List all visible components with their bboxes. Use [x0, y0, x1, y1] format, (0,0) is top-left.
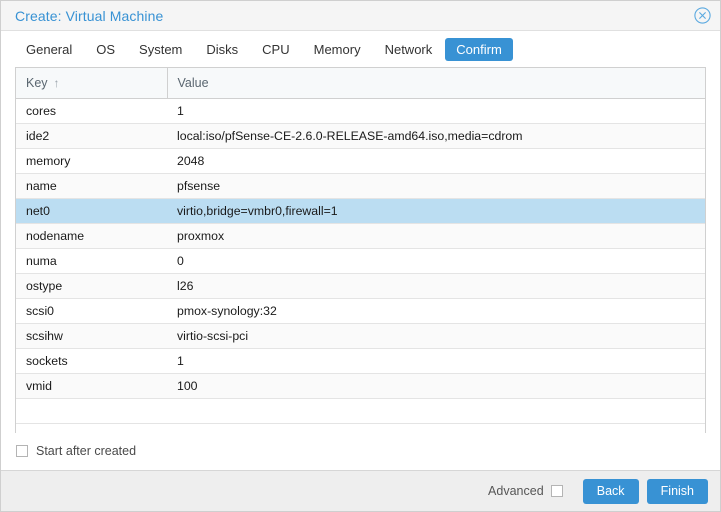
grid-body: cores1ide2local:iso/pfSense-CE-2.6.0-REL… — [16, 99, 705, 424]
back-button[interactable]: Back — [583, 479, 639, 504]
dialog-title: Create: Virtual Machine — [15, 8, 163, 24]
table-row[interactable]: nodenameproxmox — [16, 224, 705, 249]
column-header-key-label: Key — [26, 76, 48, 90]
cell-key: vmid — [16, 374, 167, 399]
cell-value: pfsense — [167, 174, 705, 199]
wizard-tabbar: General OS System Disks CPU Memory Netwo… — [1, 31, 720, 67]
cell-value: 2048 — [167, 149, 705, 174]
tab-confirm[interactable]: Confirm — [445, 38, 513, 61]
cell-value: 0 — [167, 249, 705, 274]
dialog-titlebar: Create: Virtual Machine — [1, 1, 720, 31]
cell-key: ide2 — [16, 124, 167, 149]
table-row[interactable]: namepfsense — [16, 174, 705, 199]
tab-general[interactable]: General — [15, 38, 83, 61]
finish-button[interactable]: Finish — [647, 479, 708, 504]
cell-key: name — [16, 174, 167, 199]
column-header-value[interactable]: Value — [167, 68, 705, 99]
cell-key: memory — [16, 149, 167, 174]
cell-value: proxmox — [167, 224, 705, 249]
close-icon[interactable] — [694, 7, 711, 24]
cell-value: pmox-synology:32 — [167, 299, 705, 324]
tab-cpu[interactable]: CPU — [251, 38, 300, 61]
cell-key: scsihw — [16, 324, 167, 349]
cell-value: virtio-scsi-pci — [167, 324, 705, 349]
table-row[interactable]: cores1 — [16, 99, 705, 124]
cell-key: scsi0 — [16, 299, 167, 324]
table-row[interactable]: vmid100 — [16, 374, 705, 399]
table-row[interactable]: scsi0pmox-synology:32 — [16, 299, 705, 324]
cell-empty — [167, 399, 705, 424]
cell-key: ostype — [16, 274, 167, 299]
tab-network[interactable]: Network — [374, 38, 444, 61]
summary-panel: Key↑ Value cores1ide2local:iso/pfSense-C… — [15, 67, 706, 433]
sort-ascending-icon: ↑ — [54, 76, 60, 90]
cell-key: net0 — [16, 199, 167, 224]
dialog-footer: Advanced Back Finish — [1, 470, 720, 511]
table-row[interactable]: ostypel26 — [16, 274, 705, 299]
cell-key: nodename — [16, 224, 167, 249]
table-row-empty — [16, 399, 705, 424]
table-row[interactable]: scsihwvirtio-scsi-pci — [16, 324, 705, 349]
summary-grid: Key↑ Value cores1ide2local:iso/pfSense-C… — [16, 68, 705, 424]
start-after-created-label: Start after created — [36, 444, 136, 458]
start-after-created-row: Start after created — [1, 433, 720, 470]
tab-system[interactable]: System — [128, 38, 193, 61]
cell-empty — [16, 399, 167, 424]
cell-key: numa — [16, 249, 167, 274]
table-row[interactable]: memory2048 — [16, 149, 705, 174]
grid-header-row: Key ↑ Value — [16, 68, 705, 99]
advanced-label: Advanced — [488, 484, 544, 498]
table-row[interactable]: numa0 — [16, 249, 705, 274]
tab-os[interactable]: OS — [85, 38, 126, 61]
cell-key: sockets — [16, 349, 167, 374]
cell-value: 1 — [167, 99, 705, 124]
cell-key: cores — [16, 99, 167, 124]
table-row[interactable]: ide2local:iso/pfSense-CE-2.6.0-RELEASE-a… — [16, 124, 705, 149]
cell-value: local:iso/pfSense-CE-2.6.0-RELEASE-amd64… — [167, 124, 705, 149]
table-row[interactable]: net0virtio,bridge=vmbr0,firewall=1 — [16, 199, 705, 224]
cell-value: 1 — [167, 349, 705, 374]
start-after-created-checkbox[interactable] — [16, 445, 28, 457]
create-vm-dialog: Create: Virtual Machine General OS Syste… — [0, 0, 721, 512]
advanced-checkbox[interactable] — [551, 485, 563, 497]
tab-memory[interactable]: Memory — [303, 38, 372, 61]
column-header-key[interactable]: Key ↑ — [16, 68, 167, 99]
table-row[interactable]: sockets1 — [16, 349, 705, 374]
column-header-value-label: Value — [178, 76, 209, 90]
cell-value: 100 — [167, 374, 705, 399]
cell-value: l26 — [167, 274, 705, 299]
tab-disks[interactable]: Disks — [195, 38, 249, 61]
cell-value: virtio,bridge=vmbr0,firewall=1 — [167, 199, 705, 224]
